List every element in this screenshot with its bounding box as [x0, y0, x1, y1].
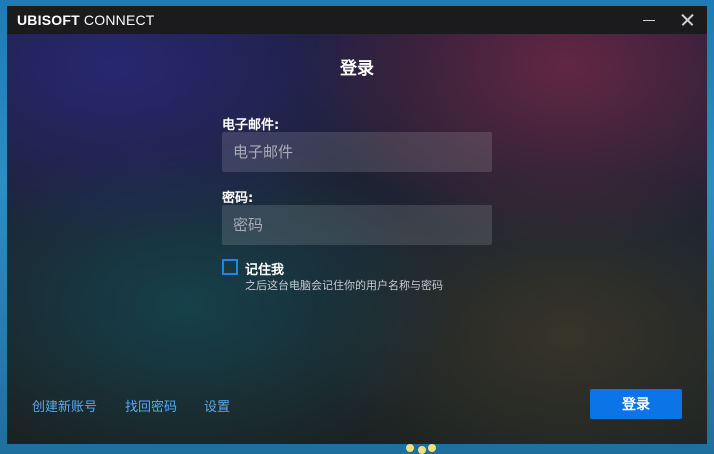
- remember-me-checkbox[interactable]: [222, 259, 238, 275]
- login-window: UBISOFT CONNECT 登录 电子邮件: 密码: 记住我 之后这台电脑会…: [7, 6, 707, 444]
- close-icon[interactable]: [673, 8, 701, 32]
- app-title: UBISOFT CONNECT: [17, 12, 155, 28]
- email-label: 电子邮件:: [222, 118, 280, 133]
- remember-me-hint: 之后这台电脑会记住你的用户名称与密码: [245, 279, 443, 292]
- password-label: 密码:: [222, 191, 254, 206]
- create-account-link[interactable]: 创建新账号: [32, 396, 97, 415]
- app-title-brand: UBISOFT: [17, 12, 80, 28]
- remember-me-label[interactable]: 记住我: [245, 259, 284, 278]
- settings-link[interactable]: 设置: [204, 396, 230, 415]
- minimize-icon[interactable]: [635, 8, 663, 32]
- page-title: 登录: [340, 59, 374, 79]
- login-button[interactable]: 登录: [590, 389, 682, 419]
- app-title-product: CONNECT: [79, 12, 155, 28]
- email-input[interactable]: [222, 132, 492, 172]
- recover-password-link[interactable]: 找回密码: [125, 396, 177, 415]
- title-bar[interactable]: UBISOFT CONNECT: [7, 6, 707, 34]
- password-input[interactable]: [222, 205, 492, 245]
